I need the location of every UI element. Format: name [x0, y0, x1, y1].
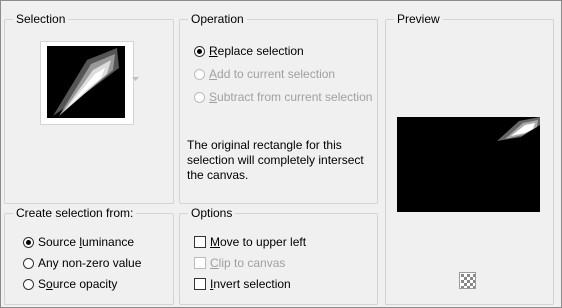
replace-selection-radio[interactable]: Replace selection: [194, 44, 304, 58]
replace-selection-radio-dot: [194, 45, 205, 57]
selection-thumbnail-image: [47, 46, 125, 118]
selection-group: Selection: [4, 12, 174, 204]
preview-image: [497, 117, 540, 141]
source-opacity-label: Source opacity: [38, 277, 118, 291]
move-to-upper-left-checkbox[interactable]: Move to upper left: [194, 235, 306, 249]
preview-canvas: [397, 117, 540, 212]
clip-to-canvas-label: Clip to canvas: [210, 256, 286, 270]
options-group-title: Options: [188, 206, 236, 220]
add-to-current-selection-radio[interactable]: Add to current selection: [194, 67, 335, 81]
chevron-down-icon[interactable]: [132, 77, 139, 82]
selection-thumbnail[interactable]: [40, 41, 134, 125]
move-to-upper-left-label: Move to upper left: [210, 235, 307, 249]
subtract-from-current-selection-radio[interactable]: Subtract from current selection: [194, 90, 372, 104]
any-non-zero-value-radio[interactable]: Any non-zero value: [23, 256, 141, 270]
preview-group-title: Preview: [394, 12, 443, 26]
create-selection-from-title: Create selection from:: [13, 206, 137, 220]
clip-to-canvas-checkbox[interactable]: Clip to canvas: [194, 256, 285, 270]
source-luminance-label: Source luminance: [38, 235, 135, 249]
invert-selection-label: Invert selection: [210, 277, 291, 291]
any-non-zero-value-label: Any non-zero value: [38, 256, 142, 270]
source-luminance-radio[interactable]: Source luminance: [23, 235, 134, 249]
preview-group: Preview: [385, 12, 554, 305]
checkerboard-pattern: [461, 274, 475, 288]
source-opacity-radio-dot: [23, 278, 34, 290]
checkerboard-icon[interactable]: [459, 272, 476, 289]
operation-group: Operation Replace selection Add to curre…: [179, 12, 378, 204]
options-group: Options Move to upper left Clip to canva…: [179, 206, 378, 305]
subtract-from-current-selection-radio-dot: [194, 91, 205, 103]
create-selection-from-group: Create selection from: Source luminance …: [4, 206, 174, 305]
any-non-zero-value-radio-dot: [23, 257, 34, 269]
add-to-current-selection-label: Add to current selection: [209, 67, 336, 81]
source-opacity-radio[interactable]: Source opacity: [23, 277, 117, 291]
subtract-from-current-selection-label: Subtract from current selection: [209, 90, 373, 104]
replace-selection-label: Replace selection: [209, 44, 304, 58]
operation-message: The original rectangle for this selectio…: [187, 138, 364, 182]
selection-group-title: Selection: [13, 12, 69, 26]
invert-selection-checkbox[interactable]: Invert selection: [194, 277, 291, 291]
move-to-upper-left-box: [194, 236, 206, 248]
add-to-current-selection-radio-dot: [194, 68, 205, 80]
source-luminance-radio-dot: [23, 236, 34, 248]
clip-to-canvas-box: [194, 257, 206, 269]
operation-group-title: Operation: [188, 12, 247, 26]
invert-selection-box: [194, 278, 206, 290]
